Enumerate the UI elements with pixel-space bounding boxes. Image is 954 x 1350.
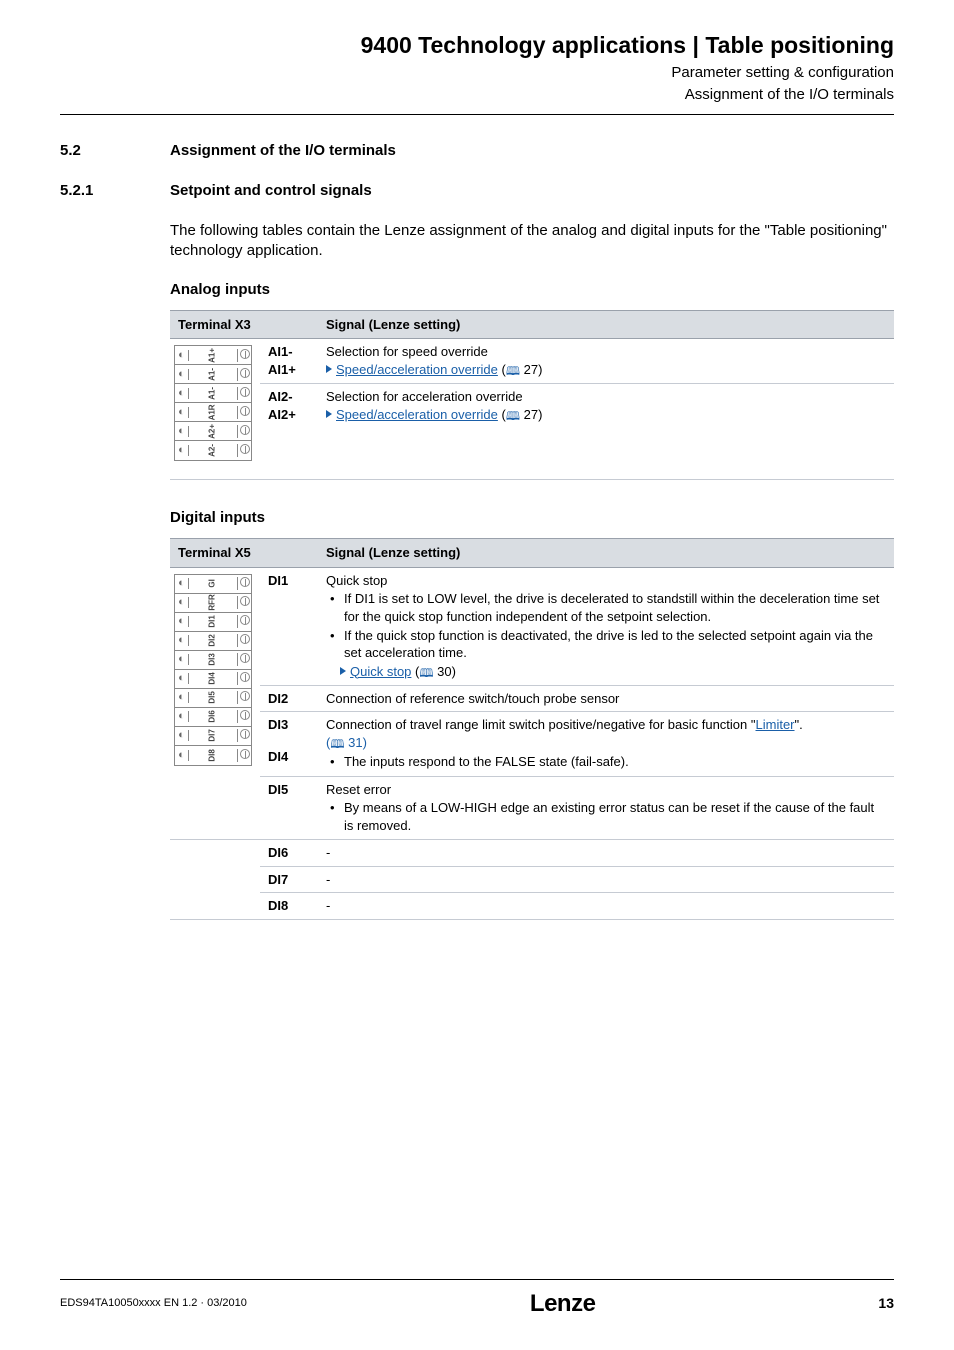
section-5-2-1: 5.2.1 Setpoint and control signals <box>60 181 894 201</box>
table-row: AI2- AI2+ Selection for acceleration ove… <box>170 384 894 480</box>
table-row: ◐GI ◐RFR ◐DI1 ◐DI2 ◐DI3 ◐DI4 ◐DI5 ◐DI6 ◐… <box>170 567 894 685</box>
th-terminal: Terminal X5 <box>170 539 318 568</box>
header-sub2: Assignment of the I/O terminals <box>60 85 894 105</box>
header-rule <box>60 114 894 115</box>
row-text: Connection of reference switch/touch pro… <box>318 685 894 712</box>
row-text: - <box>318 840 894 867</box>
table-row: DI3 Connection of travel range limit swi… <box>170 712 894 744</box>
analog-table: Terminal X3 Signal (Lenze setting) ◐A1+ … <box>170 310 894 480</box>
section-title: Assignment of the I/O terminals <box>170 141 396 161</box>
row-desc: Selection for acceleration override <box>326 389 523 404</box>
section-number: 5.2 <box>60 141 170 161</box>
table-row: DI6 - <box>170 840 894 867</box>
row-desc: Selection for speed override <box>326 344 488 359</box>
list-item: If DI1 is set to LOW level, the drive is… <box>340 590 886 625</box>
terminal-x3-diagram: ◐A1+ ◐A1- ◐A1- ◐A1R ◐A2+ ◐A2- <box>174 345 252 461</box>
row-id: AI2- <box>268 389 293 404</box>
triangle-icon <box>340 667 346 675</box>
row-id: AI2+ <box>268 407 296 422</box>
page-ref: (🕮 30) <box>415 664 456 679</box>
terminal-x5-diagram: ◐GI ◐RFR ◐DI1 ◐DI2 ◐DI3 ◐DI4 ◐DI5 ◐DI6 ◐… <box>174 574 252 766</box>
footer-doc-id: EDS94TA10050xxxx EN 1.2 · 03/2010 <box>60 1296 247 1311</box>
row-id: DI6 <box>260 840 318 867</box>
book-icon: 🕮 <box>506 408 520 424</box>
book-icon: 🕮 <box>506 363 520 379</box>
row-id: DI7 <box>260 866 318 893</box>
page-number: 13 <box>878 1294 894 1313</box>
triangle-icon <box>326 410 332 418</box>
limiter-link[interactable]: Limiter <box>756 717 795 732</box>
row-id: DI8 <box>260 893 318 920</box>
speed-override-link[interactable]: Speed/acceleration override <box>336 407 498 422</box>
header-sub1: Parameter setting & configuration <box>60 63 894 83</box>
section-title: Setpoint and control signals <box>170 181 372 201</box>
book-icon: 🕮 <box>330 736 344 752</box>
intro-paragraph: The following tables contain the Lenze a… <box>170 221 894 262</box>
book-icon: 🕮 <box>419 665 433 681</box>
table-row: DI7 - <box>170 866 894 893</box>
quick-stop-link[interactable]: Quick stop <box>350 664 411 679</box>
list-item: If the quick stop function is deactivate… <box>340 627 886 662</box>
page-title: 9400 Technology applications | Table pos… <box>60 30 894 61</box>
row-id: DI2 <box>260 685 318 712</box>
page-header: 9400 Technology applications | Table pos… <box>60 30 894 106</box>
table-row: ◐A1+ ◐A1- ◐A1- ◐A1R ◐A2+ ◐A2- AI1- AI1+ <box>170 339 894 384</box>
row-id: AI1- <box>268 344 293 359</box>
triangle-icon <box>326 365 332 373</box>
th-signal: Signal (Lenze setting) <box>318 310 894 339</box>
row-title: Reset error <box>326 782 391 797</box>
digital-table: Terminal X5 Signal (Lenze setting) ◐GI ◐… <box>170 538 894 920</box>
row-id: DI5 <box>260 776 318 840</box>
row-text: - <box>318 866 894 893</box>
row-text: - <box>318 893 894 920</box>
section-number: 5.2.1 <box>60 181 170 201</box>
digital-heading: Digital inputs <box>170 508 894 528</box>
page-ref: (🕮 31) <box>326 735 367 750</box>
row-id: AI1+ <box>268 362 296 377</box>
row-id: DI1 <box>260 567 318 685</box>
th-terminal: Terminal X3 <box>170 310 318 339</box>
footer-rule <box>60 1279 894 1280</box>
speed-override-link[interactable]: Speed/acceleration override <box>336 362 498 377</box>
row-title: Quick stop <box>326 573 387 588</box>
brand-logo: Lenze <box>530 1288 596 1320</box>
th-signal: Signal (Lenze setting) <box>318 539 894 568</box>
page-ref: (🕮 27) <box>502 407 543 422</box>
row-id: DI3 <box>260 712 318 744</box>
row-id: DI4 <box>260 744 318 776</box>
section-5-2: 5.2 Assignment of the I/O terminals <box>60 141 894 161</box>
row-text: Connection of travel range limit switch … <box>326 717 803 732</box>
table-row: DI5 Reset error By means of a LOW-HIGH e… <box>170 776 894 840</box>
table-row: DI8 - <box>170 893 894 920</box>
page-footer: EDS94TA10050xxxx EN 1.2 · 03/2010 Lenze … <box>60 1279 894 1320</box>
list-item: The inputs respond to the FALSE state (f… <box>340 753 886 771</box>
list-item: By means of a LOW-HIGH edge an existing … <box>340 799 886 834</box>
table-row: DI2 Connection of reference switch/touch… <box>170 685 894 712</box>
page-ref: (🕮 27) <box>502 362 543 377</box>
analog-heading: Analog inputs <box>170 280 894 300</box>
